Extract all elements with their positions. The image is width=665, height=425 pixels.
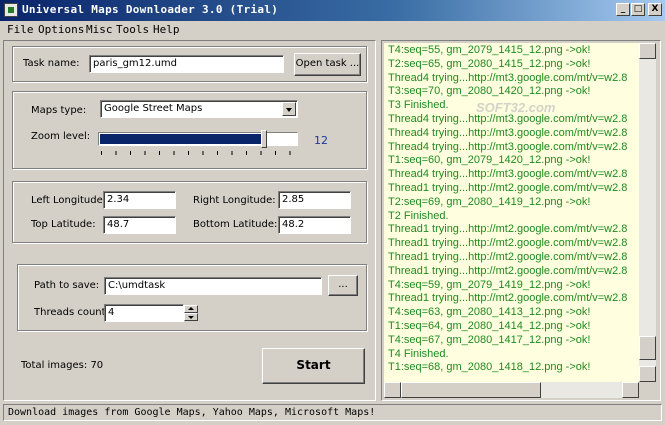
task-group: Task name: paris_gm12.umd Open task ... <box>12 46 367 82</box>
top-latitude-label: Top Latitude: <box>31 219 96 230</box>
log-line: T4:seq=67, gm_2080_1417_12.png ->ok! <box>388 333 591 346</box>
zoom-slider[interactable] <box>98 132 298 146</box>
open-task-label: Open task ... <box>295 58 360 69</box>
log-line: T2:seq=69, gm_2080_1419_12.png ->ok! <box>388 195 591 208</box>
menu-file[interactable]: File <box>7 23 34 36</box>
log-line: T2 Finished. <box>388 209 449 222</box>
close-button[interactable]: X <box>648 3 662 16</box>
browse-label: ... <box>338 279 348 290</box>
maximize-button[interactable]: □ <box>631 3 645 16</box>
log-line: T4:seq=63, gm_2080_1413_12.png ->ok! <box>388 306 591 319</box>
menu-tools[interactable]: Tools <box>116 23 149 36</box>
left-longitude-label: Left Longitude: <box>31 195 107 206</box>
minimize-button[interactable]: _ <box>616 3 630 16</box>
menu-help[interactable]: Help <box>153 23 180 36</box>
status-text: Download images from Google Maps, Yahoo … <box>8 407 376 418</box>
start-button[interactable]: Start <box>262 348 365 384</box>
vertical-scroll-thumb[interactable] <box>639 336 656 360</box>
log-line: Thread4 trying...http://mt3.google.com/m… <box>388 126 628 139</box>
horizontal-scrollbar[interactable] <box>384 382 639 398</box>
menu-bar: File Options Misc Tools Help <box>0 21 665 38</box>
spinner-up-icon[interactable] <box>184 305 198 313</box>
zoom-ticks <box>101 151 297 155</box>
open-task-button[interactable]: Open task ... <box>294 53 361 76</box>
scroll-up-icon[interactable] <box>639 43 656 59</box>
path-to-save-input[interactable]: C:\umdtask <box>104 277 322 295</box>
log-line: T4:seq=55, gm_2079_1415_12.png ->ok! <box>388 44 591 56</box>
maps-type-label: Maps type: <box>31 105 87 116</box>
status-bar: Download images from Google Maps, Yahoo … <box>3 404 662 421</box>
task-name-label: Task name: <box>23 58 80 69</box>
path-to-save-label: Path to save: <box>34 280 100 291</box>
chevron-down-icon[interactable] <box>282 102 296 116</box>
browse-button[interactable]: ... <box>328 275 358 296</box>
horizontal-scroll-thumb[interactable] <box>401 382 541 398</box>
total-images-label: Total images: 70 <box>21 360 104 371</box>
maps-group: Maps type: Google Street Maps Zoom level… <box>12 91 367 169</box>
left-longitude-input[interactable]: 2.34 <box>103 191 176 209</box>
right-longitude-label: Right Longitude: <box>193 195 276 206</box>
log-line: T1:seq=68, gm_2080_1418_12.png ->ok! <box>388 361 591 374</box>
maps-type-value: Google Street Maps <box>104 103 203 114</box>
zoom-slider-fill <box>100 134 263 144</box>
log-line: Thread4 trying...http://mt3.google.com/m… <box>388 168 628 181</box>
scroll-right-icon[interactable] <box>622 382 639 398</box>
app-icon <box>4 3 18 17</box>
log-line: Thread1 trying...http://mt2.google.com/m… <box>388 182 628 194</box>
spinner-down-icon[interactable] <box>184 313 198 321</box>
vertical-scrollbar[interactable] <box>639 43 656 382</box>
log-line: Thread1 trying...http://mt2.google.com/m… <box>388 264 628 277</box>
log-line: Thread1 trying...http://mt2.google.com/m… <box>388 237 628 250</box>
log-panel: SOFT32.com T4:seq=55, gm_2079_1415_12.pn… <box>381 40 661 401</box>
window-title: Universal Maps Downloader 3.0 (Trial) <box>22 3 279 16</box>
threads-count-spinner[interactable] <box>184 305 198 321</box>
zoom-level-value: 12 <box>314 134 328 147</box>
bottom-latitude-input[interactable]: 48.2 <box>278 216 351 234</box>
log-line: T3:seq=70, gm_2080_1420_12.png ->ok! <box>388 85 591 98</box>
log-line: Thread4 trying...http://mt3.google.com/m… <box>388 71 628 84</box>
log-line: Thread4 trying...http://mt3.google.com/m… <box>388 140 628 153</box>
title-bar: Universal Maps Downloader 3.0 (Trial) _ … <box>0 0 665 21</box>
log-line: T1:seq=64, gm_2080_1414_12.png ->ok! <box>388 320 591 332</box>
bottom-latitude-label: Bottom Latitude: <box>193 219 278 230</box>
log-output[interactable]: SOFT32.com T4:seq=55, gm_2079_1415_12.pn… <box>384 43 639 382</box>
save-group: Path to save: C:\umdtask ... Threads cou… <box>17 264 367 331</box>
settings-panel: Task name: paris_gm12.umd Open task ... … <box>3 40 376 401</box>
log-line: T2:seq=65, gm_2080_1415_12.png ->ok! <box>388 57 591 70</box>
log-line: T1:seq=60, gm_2079_1420_12.png ->ok! <box>388 154 591 167</box>
menu-options[interactable]: Options <box>38 23 84 36</box>
threads-count-label: Threads count: <box>34 307 109 318</box>
zoom-slider-thumb[interactable] <box>261 130 267 148</box>
log-line: Thread1 trying...http://mt2.google.com/m… <box>388 251 628 263</box>
coordinates-group: Left Longitude: 2.34 Right Longitude: 2.… <box>12 181 367 243</box>
menu-misc[interactable]: Misc <box>86 23 113 36</box>
scroll-left-icon[interactable] <box>384 382 401 398</box>
threads-count-input[interactable]: 4 <box>104 304 184 322</box>
log-line: Thread4 trying...http://mt3.google.com/m… <box>388 113 628 125</box>
log-line: T4:seq=59, gm_2079_1419_12.png ->ok! <box>388 278 591 291</box>
log-line: Thread1 trying...http://mt2.google.com/m… <box>388 292 628 305</box>
start-button-label: Start <box>296 358 331 372</box>
task-name-input[interactable]: paris_gm12.umd <box>89 55 284 73</box>
right-longitude-input[interactable]: 2.85 <box>278 191 351 209</box>
log-line: T3 Finished. <box>388 99 449 112</box>
scroll-down-icon[interactable] <box>639 366 656 382</box>
log-line: Thread1 trying...http://mt2.google.com/m… <box>388 223 628 236</box>
maps-type-select[interactable]: Google Street Maps <box>100 100 298 118</box>
log-line: T4 Finished. <box>388 347 449 360</box>
top-latitude-input[interactable]: 48.7 <box>103 216 176 234</box>
zoom-level-label: Zoom level: <box>31 131 91 142</box>
